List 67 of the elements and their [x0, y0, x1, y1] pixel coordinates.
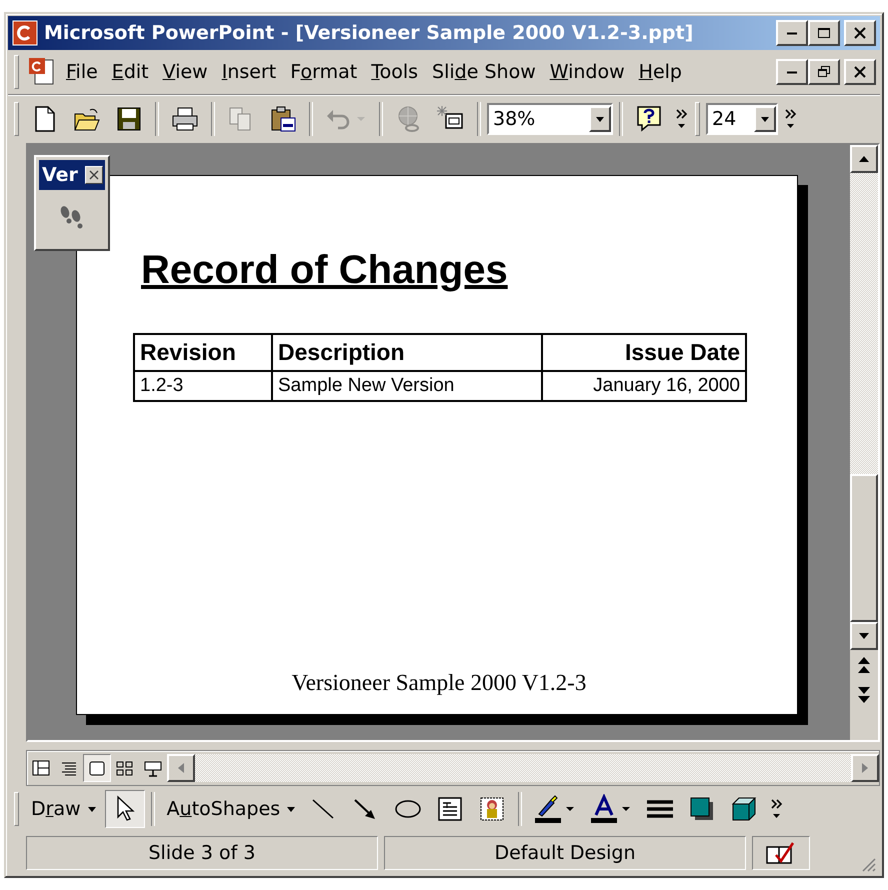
minimize-icon — [787, 32, 797, 34]
menu-item[interactable]: Tools — [366, 59, 424, 85]
normal-view-icon — [31, 758, 51, 778]
close-button[interactable] — [844, 20, 876, 46]
scroll-left-button[interactable] — [167, 754, 195, 782]
scroll-right-button[interactable] — [851, 754, 879, 782]
left-arrow-icon — [177, 762, 185, 774]
column-header: Description — [272, 334, 542, 371]
restore-icon — [817, 66, 831, 78]
table-cell: Sample New Version — [272, 371, 542, 401]
menu-button[interactable]: AutoShapes — [160, 794, 302, 824]
down-arrow-icon — [858, 632, 870, 640]
minimize-button[interactable] — [776, 20, 808, 46]
scroll-up-button[interactable] — [850, 145, 878, 173]
minimize-button[interactable] — [776, 59, 808, 85]
more-options-icon[interactable] — [770, 798, 783, 820]
close-icon — [853, 27, 867, 39]
fill-color-icon — [533, 794, 564, 824]
window-title: Microsoft PowerPoint - [Versioneer Sample 2000 V1.2-3.ppt] — [44, 22, 694, 44]
column-header: Revision — [134, 334, 272, 371]
slide-footer: Versioneer Sample 2000 V1.2-3 — [292, 670, 586, 696]
right-arrow-icon — [861, 762, 869, 774]
close-button[interactable] — [85, 166, 103, 184]
menu-item[interactable]: Edit — [106, 59, 154, 85]
font-color-icon — [589, 794, 620, 824]
slide-view-button[interactable] — [83, 754, 111, 782]
zoom-field[interactable]: 38% — [487, 103, 613, 135]
column-header: Issue Date — [542, 334, 746, 371]
menu-item[interactable]: Window — [544, 59, 630, 85]
close-icon — [853, 66, 867, 78]
dropdown-arrow-icon — [760, 116, 770, 122]
slide-title: Record of Changes — [141, 248, 508, 293]
double-down-arrow-icon — [857, 686, 871, 704]
up-arrow-icon — [858, 155, 870, 163]
menu-button[interactable]: Draw — [25, 794, 103, 824]
close-icon — [89, 170, 99, 180]
maximize-button[interactable] — [808, 20, 840, 46]
app-icon[interactable] — [12, 20, 38, 46]
dropdown-arrow-icon — [595, 116, 605, 122]
slide-view-icon — [87, 758, 107, 778]
slide-sorter-icon — [115, 758, 135, 778]
menu-item[interactable]: File — [61, 59, 103, 85]
double-up-arrow-icon — [857, 656, 871, 674]
menu-item[interactable]: Format — [285, 59, 362, 85]
table-cell: January 16, 2000 — [542, 371, 746, 401]
menu-item[interactable]: Slide Show — [427, 59, 541, 85]
dropdown-arrow-icon — [286, 806, 296, 812]
menu-item[interactable]: Help — [634, 59, 687, 85]
dropdown-arrow-icon — [86, 806, 97, 812]
scroll-thumb[interactable] — [850, 474, 878, 622]
minimize-icon — [787, 70, 797, 74]
projector-screen-icon — [143, 758, 163, 778]
design-name: Default Design — [384, 836, 746, 870]
close-button[interactable] — [844, 59, 876, 85]
font-size-field[interactable]: 24 — [706, 103, 778, 135]
table-cell: 1.2-3 — [134, 371, 272, 401]
cursor-arrow-button[interactable] — [104, 790, 145, 828]
menu-item[interactable]: View — [158, 59, 213, 85]
more-options-icon[interactable] — [674, 108, 688, 130]
slide-count: Slide 3 of 3 — [26, 836, 378, 870]
restore-button[interactable] — [808, 59, 840, 85]
menu-item[interactable]: Insert — [216, 59, 282, 85]
more-options-icon[interactable] — [784, 108, 796, 130]
scroll-down-button[interactable] — [850, 622, 878, 650]
resize-grip-icon — [860, 856, 876, 872]
toolbar-title: Ver — [42, 164, 78, 186]
maximize-icon — [817, 27, 831, 39]
